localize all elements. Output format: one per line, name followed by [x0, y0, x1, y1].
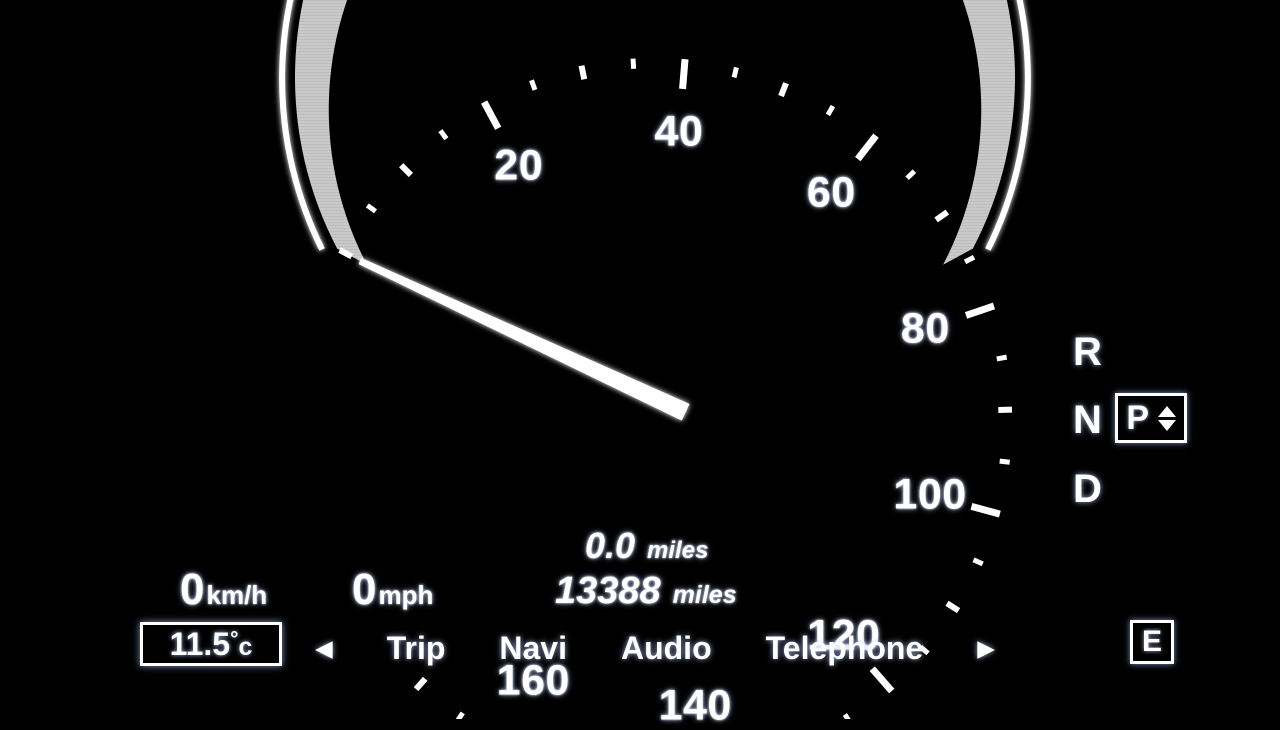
speed-mph-unit: mph — [378, 580, 433, 611]
trip-value: 0.0 — [585, 525, 635, 567]
outside-temperature-value: 11.5°c — [170, 626, 253, 663]
menu-next-arrow-icon[interactable]: ▶ — [977, 635, 995, 662]
temperature-unit: c — [239, 633, 253, 661]
gear-position-r: R — [1073, 330, 1102, 375]
menu-item-telephone[interactable]: Telephone — [766, 630, 924, 667]
gear-position-n: N — [1073, 398, 1102, 443]
gear-selector: R N D P — [1065, 330, 1225, 520]
menu-item-navi[interactable]: Navi — [499, 630, 567, 667]
gear-shift-arrows-icon — [1158, 406, 1176, 431]
temperature-number: 11.5 — [170, 626, 231, 662]
menu-prev-arrow-icon[interactable]: ◀ — [315, 635, 333, 662]
fuel-empty-indicator: E — [1130, 620, 1174, 664]
arrow-up-icon — [1158, 406, 1176, 417]
gauge-label-80: 80 — [901, 305, 950, 354]
degree-symbol: ° — [230, 628, 238, 651]
instrument-cluster: 20406080100120140160 0 km/h 0 mph 0.0 mi… — [0, 0, 1280, 719]
speed-mph-readout: 0 mph — [352, 565, 433, 615]
menu-item-audio[interactable]: Audio — [621, 630, 712, 667]
gauge-label-140: 140 — [659, 681, 732, 730]
arrow-down-icon — [1158, 420, 1176, 431]
gear-position-d: D — [1073, 467, 1102, 512]
speed-kmh-unit: km/h — [206, 580, 267, 611]
gauge-label-100: 100 — [893, 471, 966, 520]
fuel-empty-letter: E — [1142, 625, 1162, 659]
trip-meter: 0.0 miles — [585, 525, 708, 567]
selected-gear-box: P — [1115, 393, 1187, 443]
bottom-menu-bar[interactable]: ◀ Trip Navi Audio Telephone ▶ — [315, 620, 995, 676]
selected-gear-letter: P — [1126, 401, 1149, 435]
gauge-label-20: 20 — [494, 142, 543, 191]
trip-unit: miles — [647, 537, 708, 565]
gauge-label-40: 40 — [655, 108, 704, 157]
outside-temperature-box: 11.5°c — [140, 622, 282, 666]
speed-kmh-value: 0 — [180, 565, 204, 615]
speed-mph-value: 0 — [352, 565, 376, 615]
speed-kmh-readout: 0 km/h — [180, 565, 267, 615]
odometer-value: 13388 — [555, 570, 661, 613]
menu-item-trip[interactable]: Trip — [387, 630, 446, 667]
gauge-label-60: 60 — [807, 169, 856, 218]
odometer-unit: miles — [673, 581, 737, 610]
odometer: 13388 miles — [555, 570, 737, 613]
speed-needle — [359, 259, 688, 420]
